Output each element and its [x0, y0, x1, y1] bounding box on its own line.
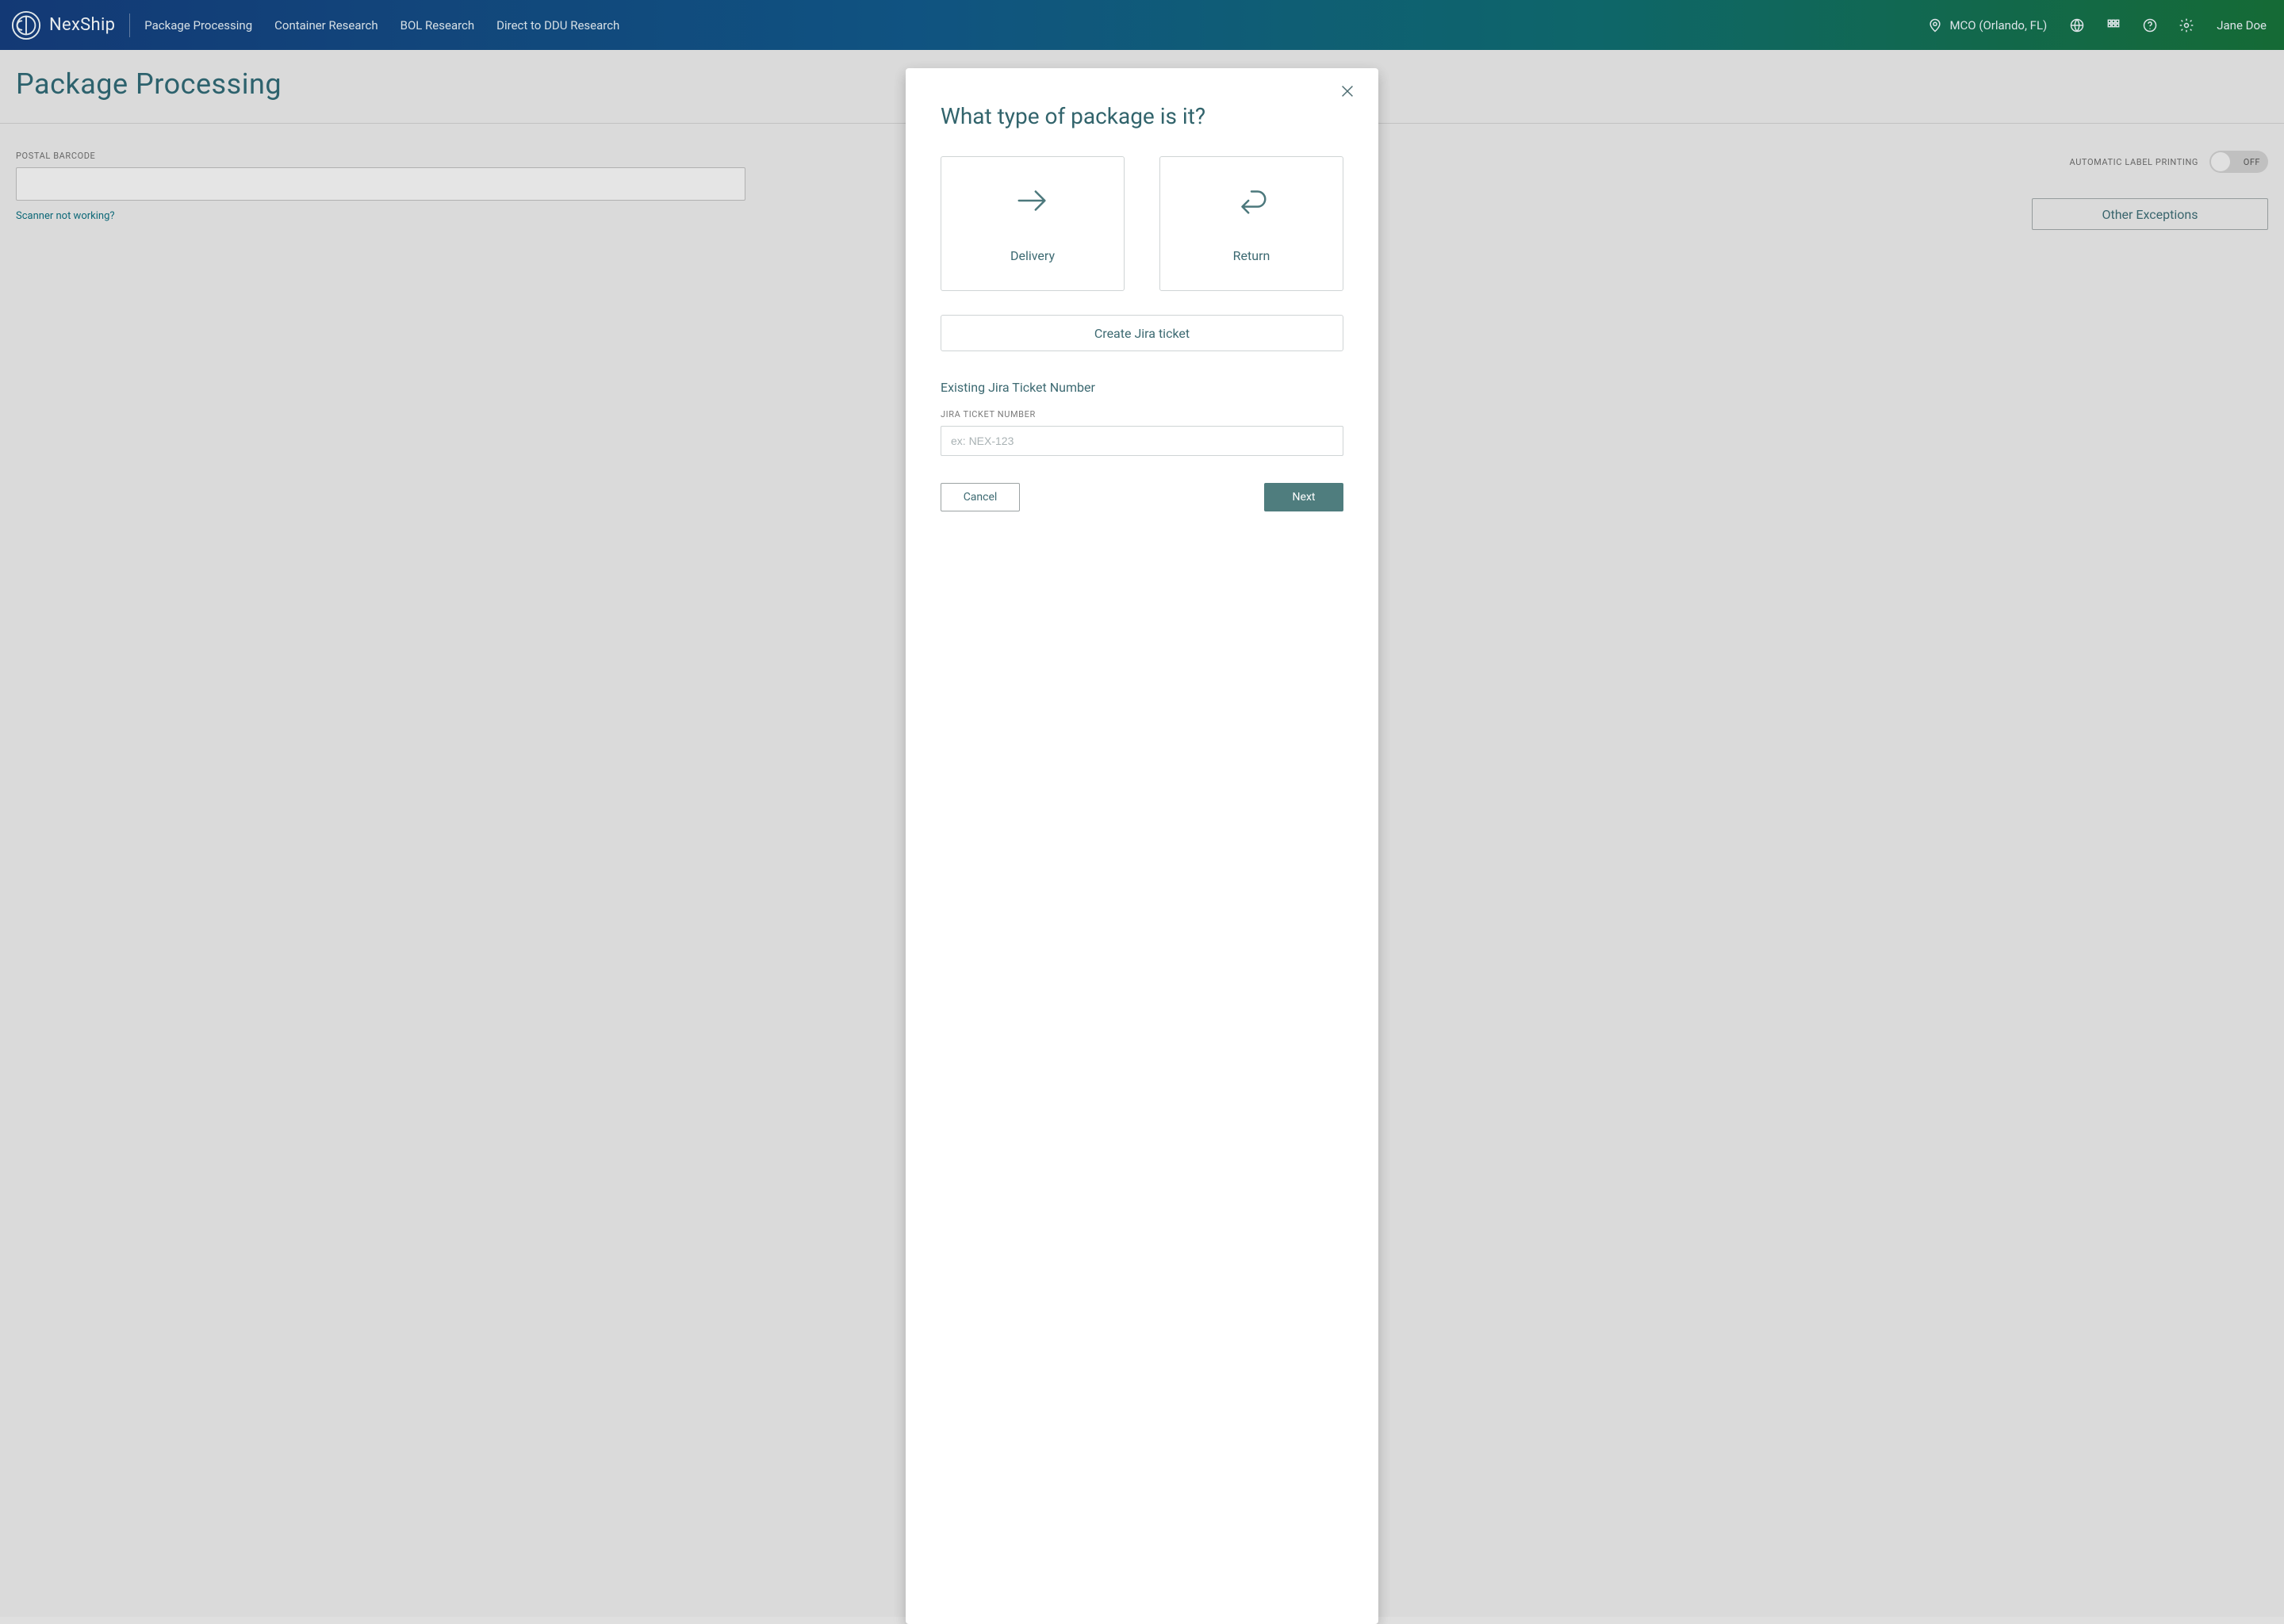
next-button[interactable]: Next [1264, 483, 1343, 511]
jira-field-label: JIRA TICKET NUMBER [941, 409, 1343, 419]
return-arrow-icon [1233, 185, 1270, 220]
package-type-modal: What type of package is it? Delivery R [906, 68, 1378, 1624]
choice-delivery-label: Delivery [1010, 248, 1055, 263]
modal-title: What type of package is it? [941, 103, 1343, 129]
modal-overlay: What type of package is it? Delivery R [0, 0, 2284, 1624]
close-button[interactable] [1339, 82, 1361, 105]
package-type-choices: Delivery Return [941, 156, 1343, 291]
choice-delivery[interactable]: Delivery [941, 156, 1125, 291]
close-icon [1339, 88, 1356, 103]
choice-return-label: Return [1233, 248, 1270, 263]
create-jira-button[interactable]: Create Jira ticket [941, 315, 1343, 351]
jira-ticket-input[interactable] [941, 426, 1343, 456]
cancel-button[interactable]: Cancel [941, 483, 1020, 511]
choice-return[interactable]: Return [1159, 156, 1343, 291]
existing-jira-header: Existing Jira Ticket Number [941, 380, 1343, 395]
arrow-right-icon [1014, 185, 1051, 220]
modal-actions: Cancel Next [941, 483, 1343, 511]
